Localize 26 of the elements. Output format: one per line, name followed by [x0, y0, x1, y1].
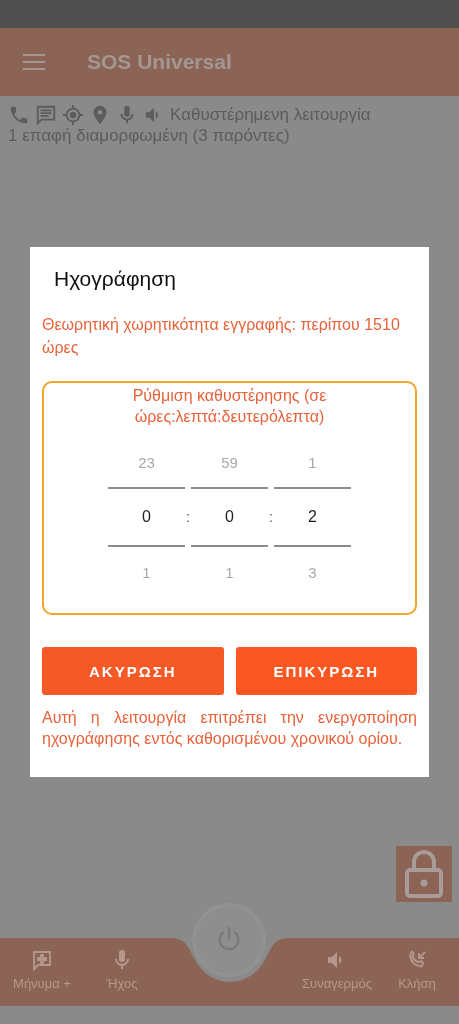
- power-button[interactable]: [196, 907, 262, 973]
- selected-value[interactable]: 2: [274, 487, 351, 547]
- add-message-icon: [30, 948, 54, 972]
- picker-value[interactable]: 1: [108, 547, 185, 597]
- picker-value[interactable]: 1: [191, 547, 268, 597]
- lock-icon: [404, 850, 444, 898]
- dialog-title: Ηχογράφηση: [54, 267, 177, 292]
- capacity-text: Θεωρητική χωρητικότητα εγγραφής: περίπου 1510 ώρες: [42, 315, 401, 358]
- confirm-button[interactable]: ΕΠΙΚΥΡΩΣΗ: [235, 647, 417, 695]
- menu-icon[interactable]: [23, 54, 45, 70]
- cancel-button[interactable]: ΑΚΥΡΩΣΗ: [42, 647, 224, 695]
- time-separator: :: [268, 509, 274, 525]
- picker-value[interactable]: 59: [191, 437, 268, 487]
- app-title: SOS Universal: [87, 50, 232, 74]
- time-separator: :: [185, 509, 191, 525]
- picker-value[interactable]: 1: [274, 437, 351, 487]
- picker-label: Ρύθμιση καθυστέρησης (σε ώρες:λεπτά:δευτερόλεπτα): [131, 386, 328, 427]
- selected-value[interactable]: 0: [191, 487, 268, 547]
- message-icon: [35, 104, 57, 126]
- note-text: Αυτή η λειτουργία επιτρέπει την ενεργοποίηση ηχογράφησης εντός καθορισμένου χρονικού ορίου.: [42, 708, 417, 749]
- picker-value[interactable]: 23: [108, 437, 185, 487]
- lock-button[interactable]: [396, 846, 452, 902]
- location-target-icon: [62, 104, 84, 126]
- picker-value[interactable]: 3: [274, 547, 351, 597]
- phone-icon: [8, 104, 30, 126]
- selected-value[interactable]: 0: [108, 487, 185, 547]
